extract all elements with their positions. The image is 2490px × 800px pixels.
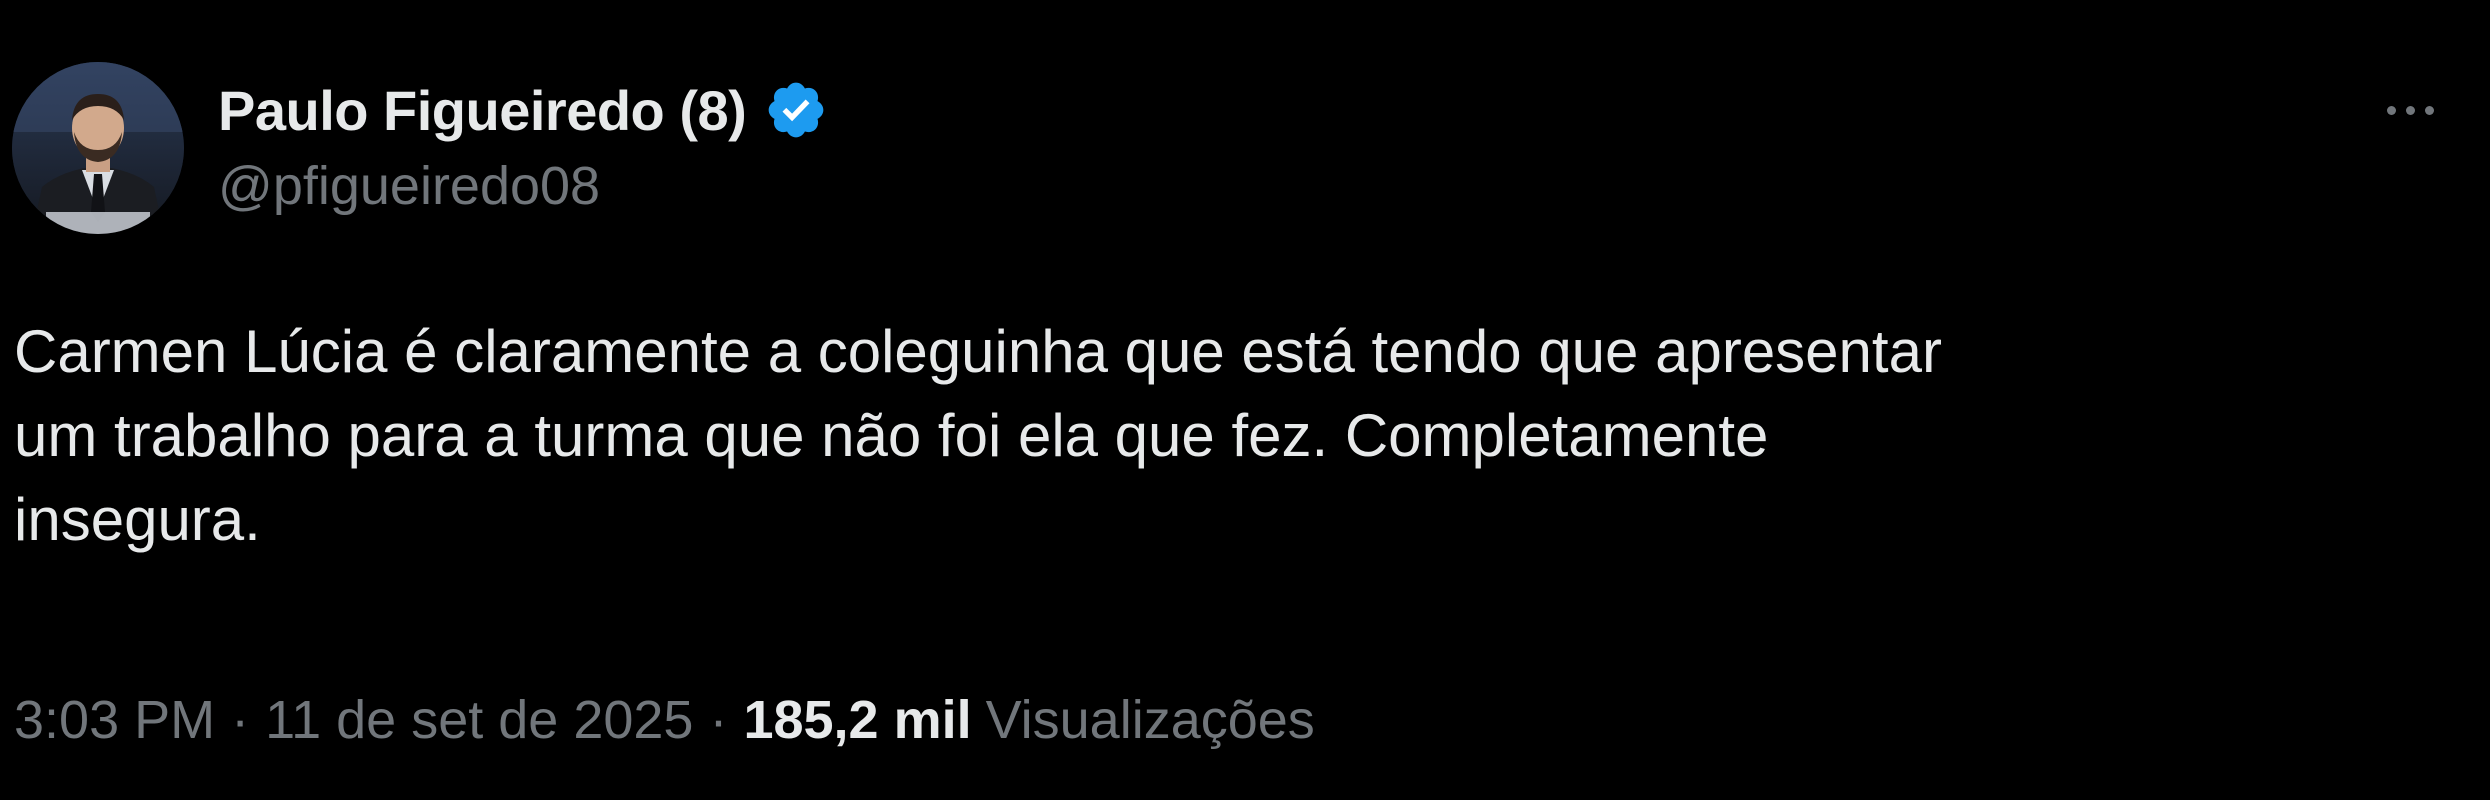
tweet-text-line: Carmen Lúcia é claramente a coleguinha q… <box>14 318 1942 385</box>
tweet-text-line: um trabalho para a turma que não foi ela… <box>14 402 1769 469</box>
tweet-meta: 3:03 PM · 11 de set de 2025 · 185,2 mil … <box>14 685 1315 755</box>
tweet-date[interactable]: 11 de set de 2025 <box>265 689 693 751</box>
avatar-image <box>12 62 184 234</box>
views-label[interactable]: Visualizações <box>986 689 1315 751</box>
author-name-row: Paulo Figueiredo (8) <box>218 70 828 150</box>
author-handle[interactable]: @pfigueiredo08 <box>218 155 600 217</box>
author-display-name[interactable]: Paulo Figueiredo (8) <box>218 78 747 143</box>
author-avatar[interactable] <box>12 62 184 234</box>
more-options-button[interactable] <box>2360 80 2460 140</box>
tweet-card: Paulo Figueiredo (8) @pfigueiredo08 Carm… <box>0 0 2490 800</box>
views-count: 185,2 mil <box>743 690 972 750</box>
meta-separator: · <box>231 690 250 750</box>
more-dot <box>2424 105 2434 115</box>
more-horizontal-icon <box>2386 105 2396 115</box>
more-dot <box>2405 105 2415 115</box>
tweet-text: Carmen Lúcia é claramente a coleguinha q… <box>14 310 2454 562</box>
tweet-text-line: insegura. <box>14 486 261 553</box>
verified-badge-icon[interactable] <box>764 78 828 142</box>
tweet-time[interactable]: 3:03 PM <box>14 689 215 751</box>
meta-separator: · <box>709 690 728 750</box>
